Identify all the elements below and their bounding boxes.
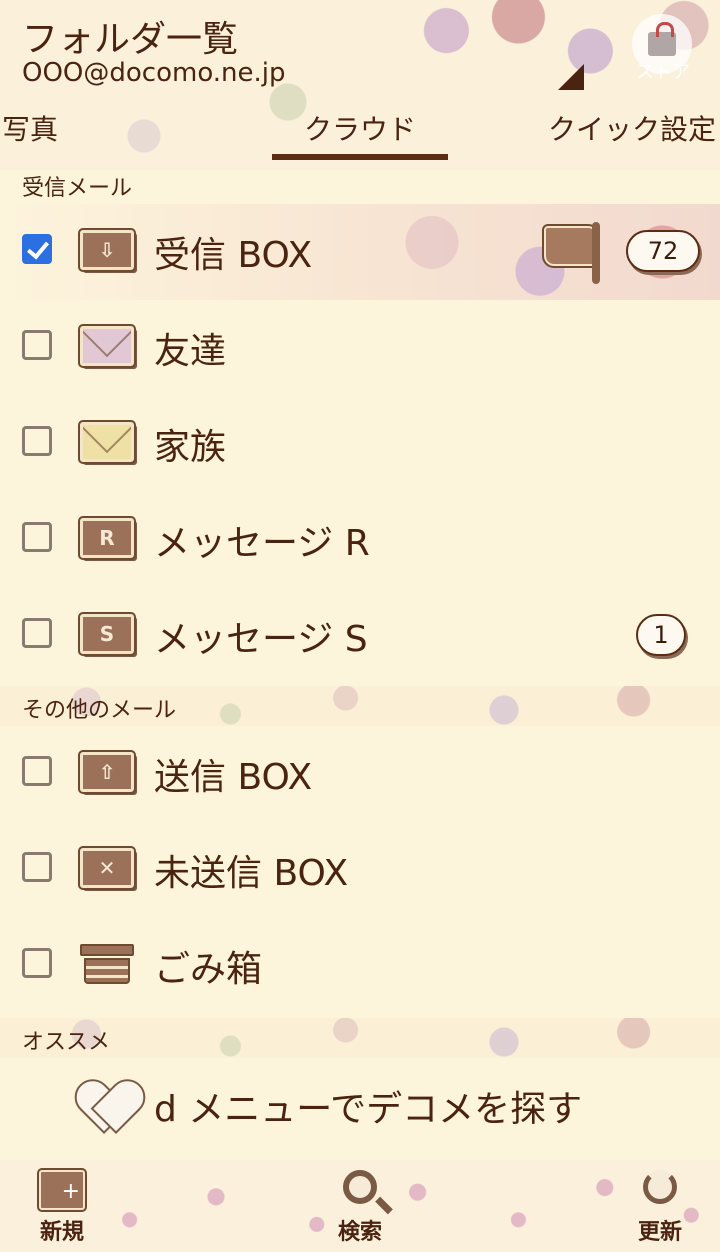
search-icon: [343, 1170, 377, 1204]
refresh-label: 更新: [637, 1220, 682, 1245]
tab-quick-settings[interactable]: クイック設定: [548, 108, 716, 148]
envelope-yellow-icon: [78, 420, 136, 464]
message-r-icon: R: [78, 516, 136, 560]
folder-checkbox[interactable]: [22, 852, 52, 882]
section-header-recommend: オススメ: [0, 1018, 720, 1058]
folder-label: 友達: [154, 331, 227, 372]
envelope-pink-icon: [78, 324, 136, 368]
section-header-inbox: 受信メール: [0, 164, 720, 204]
new-mail-button[interactable]: + 新規: [12, 1168, 112, 1250]
message-s-icon: S: [78, 612, 136, 656]
section-label-recommend: オススメ: [22, 1030, 111, 1055]
folder-label: 家族: [154, 427, 227, 468]
folder-row-message-s[interactable]: S メッセージ S 1: [0, 588, 720, 684]
folder-checkbox[interactable]: [22, 756, 52, 786]
folder-checkbox[interactable]: [22, 618, 52, 648]
folder-label: 受信 BOX: [154, 235, 313, 276]
folder-checkbox[interactable]: [22, 522, 52, 552]
unsent-icon: ✕: [78, 846, 136, 890]
flag-icon[interactable]: [542, 218, 612, 288]
refresh-button[interactable]: 更新: [610, 1168, 710, 1250]
heart-icon: [78, 1082, 138, 1136]
unread-count-badge: 72: [626, 230, 700, 272]
folder-label: メッセージ R: [154, 523, 370, 564]
folder-row-trash[interactable]: ごみ箱: [0, 918, 720, 1014]
recommend-label: d メニューでデコメを探す: [154, 1089, 583, 1130]
section-header-other: その他のメール: [0, 686, 720, 726]
folder-label: メッセージ S: [154, 619, 368, 660]
folder-label: ごみ箱: [154, 949, 263, 990]
folder-row-outbox[interactable]: ⇧ 送信 BOX: [0, 726, 720, 822]
tab-bar: 写真 クラウド クイック設定: [0, 108, 720, 162]
compose-mail-icon: +: [37, 1168, 87, 1212]
store-bag-icon: [648, 22, 676, 56]
outbox-upload-icon: ⇧: [78, 750, 136, 794]
folder-checkbox[interactable]: [22, 330, 52, 360]
active-tab-indicator: [272, 154, 448, 160]
search-label: 検索: [337, 1220, 382, 1245]
store-label: ストア: [636, 62, 690, 83]
page-title: フォルダ一覧: [22, 19, 239, 60]
folder-row-message-r[interactable]: R メッセージ R: [0, 492, 720, 588]
tab-photos[interactable]: 写真: [2, 108, 58, 148]
folder-label: 送信 BOX: [154, 757, 313, 798]
section-label-other: その他のメール: [22, 698, 177, 723]
refresh-icon: [643, 1170, 677, 1204]
folder-checkbox[interactable]: [22, 948, 52, 978]
bottom-toolbar: + 新規 検索 更新: [0, 1160, 720, 1252]
folder-checkbox[interactable]: [22, 426, 52, 456]
app-header: フォルダ一覧 OOO@docomo.ne.jp ストア 写真 クラウド クイック…: [0, 0, 720, 170]
unread-count-badge: 1: [636, 614, 686, 656]
new-mail-label: 新規: [39, 1220, 84, 1245]
tab-cloud[interactable]: クラウド: [304, 108, 416, 148]
folder-label: 未送信 BOX: [154, 853, 349, 894]
inbox-download-icon: ⇩: [78, 228, 136, 272]
folder-row-family[interactable]: 家族: [0, 396, 720, 492]
account-dropdown-icon[interactable]: [558, 64, 584, 90]
folder-row-inbox[interactable]: ⇩ 受信 BOX 72: [0, 204, 720, 300]
trash-icon: [80, 942, 134, 986]
folder-row-unsent[interactable]: ✕ 未送信 BOX: [0, 822, 720, 918]
folder-checkbox[interactable]: [22, 234, 52, 264]
folder-row-friends[interactable]: 友達: [0, 300, 720, 396]
account-address[interactable]: OOO@docomo.ne.jp: [22, 58, 286, 88]
recommend-deco-mail-link[interactable]: d メニューでデコメを探す: [0, 1060, 720, 1156]
search-button[interactable]: 検索: [310, 1168, 410, 1250]
section-label-inbox: 受信メール: [22, 176, 133, 201]
